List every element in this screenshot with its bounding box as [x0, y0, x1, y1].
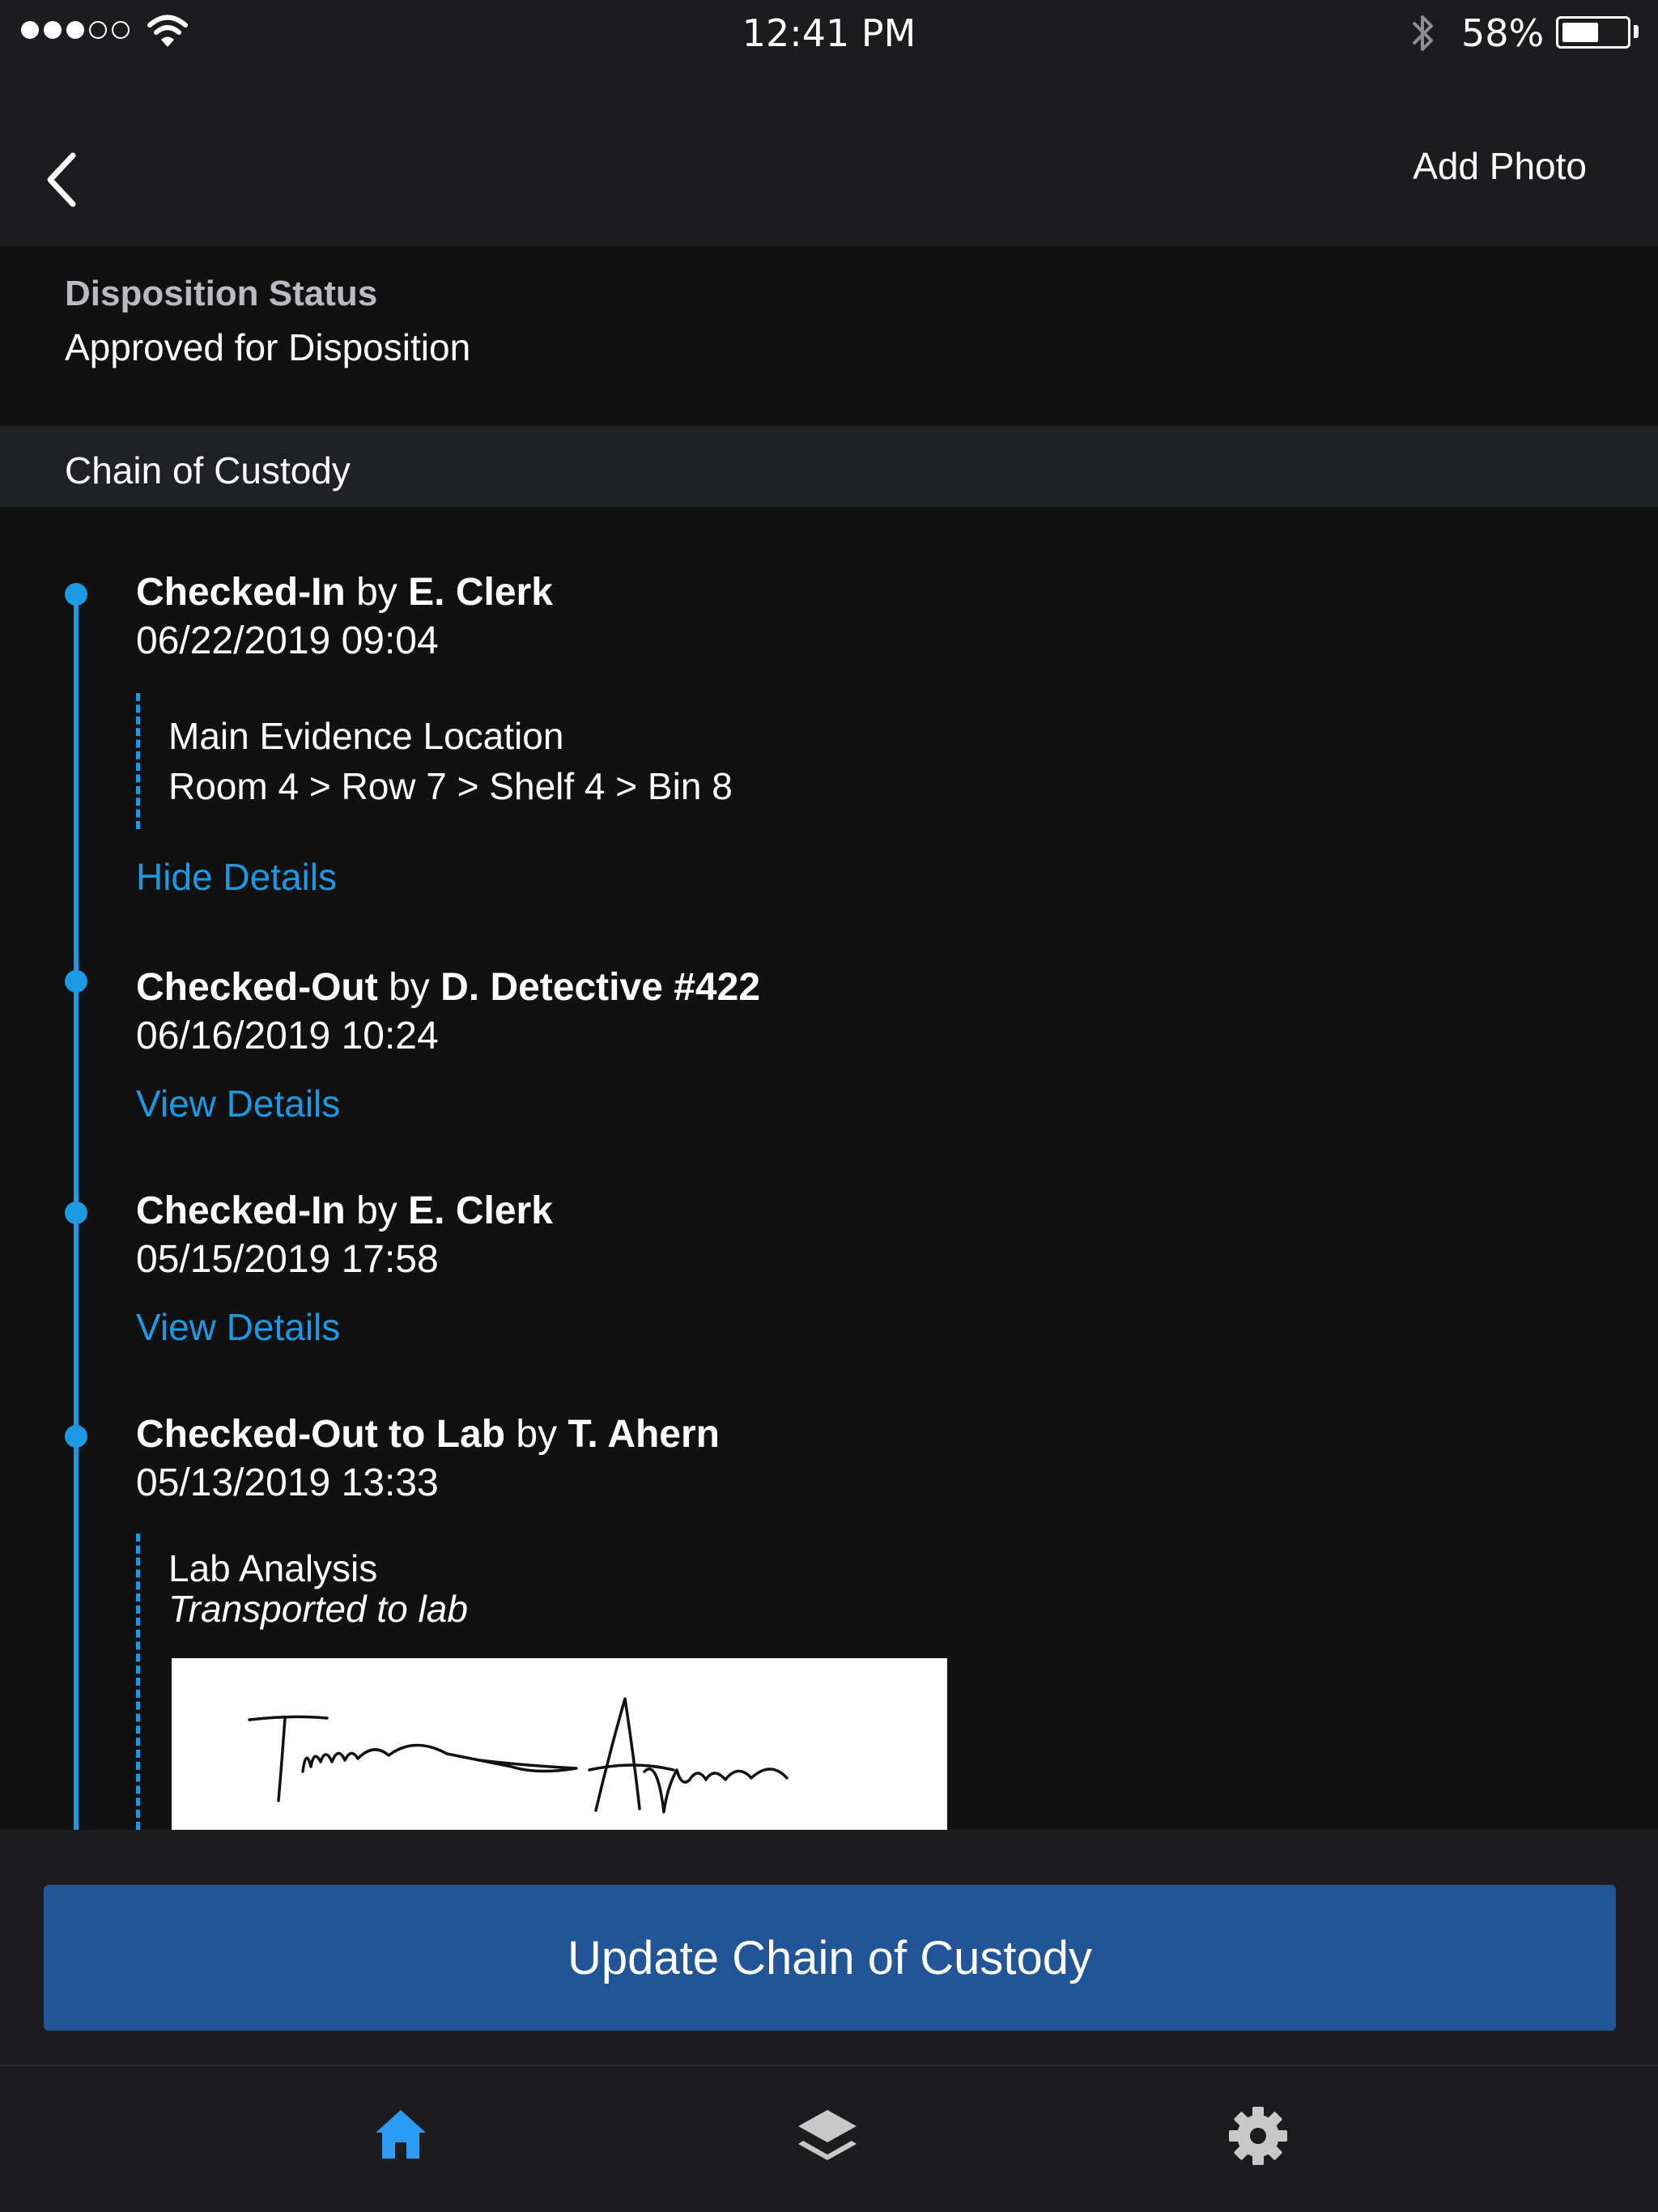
- event-by: by: [516, 1413, 558, 1456]
- event-action: Checked-In: [136, 1189, 346, 1232]
- update-chain-of-custody-button[interactable]: Update Chain of Custody: [44, 1885, 1616, 2031]
- home-icon[interactable]: [372, 2105, 429, 2162]
- detail-divider: [136, 1534, 140, 1830]
- event-action: Checked-In: [136, 571, 346, 614]
- detail-location-path: Room 4 > Row 7 > Shelf 4 > Bin 8: [168, 765, 733, 807]
- event-title: Checked-In by E. Clerk: [136, 570, 553, 615]
- detail-lab-title: Lab Analysis: [168, 1547, 378, 1589]
- event-datetime: 06/16/2019 10:24: [136, 1015, 439, 1057]
- section-title: Chain of Custody: [65, 449, 351, 491]
- timeline-dot: [65, 1425, 87, 1448]
- bluetooth-icon: [1412, 15, 1433, 51]
- layers-icon[interactable]: [795, 2105, 860, 2170]
- battery-level: [1562, 23, 1598, 42]
- disposition-status-label: Disposition Status: [65, 274, 378, 313]
- view-details-link[interactable]: View Details: [136, 1305, 340, 1349]
- timeline-dot: [65, 1202, 87, 1224]
- event-title: Checked-In by E. Clerk: [136, 1189, 553, 1233]
- event-action: Checked-Out to Lab: [136, 1413, 506, 1456]
- event-datetime: 06/22/2019 09:04: [136, 619, 439, 662]
- event-person: T. Ahern: [568, 1413, 720, 1456]
- event-by: by: [356, 571, 397, 614]
- event-person: E. Clerk: [408, 571, 553, 614]
- nav-bar: [0, 65, 1658, 246]
- event-title: Checked-Out to Lab by T. Ahern: [136, 1412, 720, 1457]
- disposition-status-value: Approved for Disposition: [65, 326, 471, 368]
- detail-location-title: Main Evidence Location: [168, 715, 564, 757]
- signature-image: [172, 1658, 947, 1830]
- timeline-dot: [65, 970, 87, 993]
- signature-drawing: [248, 1697, 789, 1814]
- event-by: by: [356, 1189, 397, 1232]
- event-person: D. Detective #422: [440, 966, 761, 1009]
- battery-percent: 58%: [1461, 11, 1545, 55]
- detail-lab-note: Transported to lab: [168, 1588, 468, 1630]
- gear-icon[interactable]: [1227, 2105, 1289, 2167]
- battery-cap: [1634, 25, 1639, 38]
- timeline-dot: [65, 583, 87, 606]
- event-datetime: 05/13/2019 13:33: [136, 1461, 439, 1504]
- detail-divider: [136, 693, 140, 829]
- event-person: E. Clerk: [408, 1189, 553, 1232]
- event-by: by: [389, 966, 430, 1009]
- hide-details-link[interactable]: Hide Details: [136, 855, 337, 899]
- event-title: Checked-Out by D. Detective #422: [136, 965, 760, 1010]
- add-photo-button[interactable]: Add Photo: [1413, 144, 1587, 188]
- event-action: Checked-Out: [136, 966, 378, 1009]
- event-datetime: 05/15/2019 17:58: [136, 1238, 439, 1281]
- event-details: Main Evidence Location Room 4 > Row 7 > …: [168, 711, 733, 811]
- chevron-left-icon[interactable]: [42, 151, 83, 209]
- view-details-link[interactable]: View Details: [136, 1082, 340, 1125]
- event-details: Lab Analysis Transported to lab: [168, 1548, 468, 1629]
